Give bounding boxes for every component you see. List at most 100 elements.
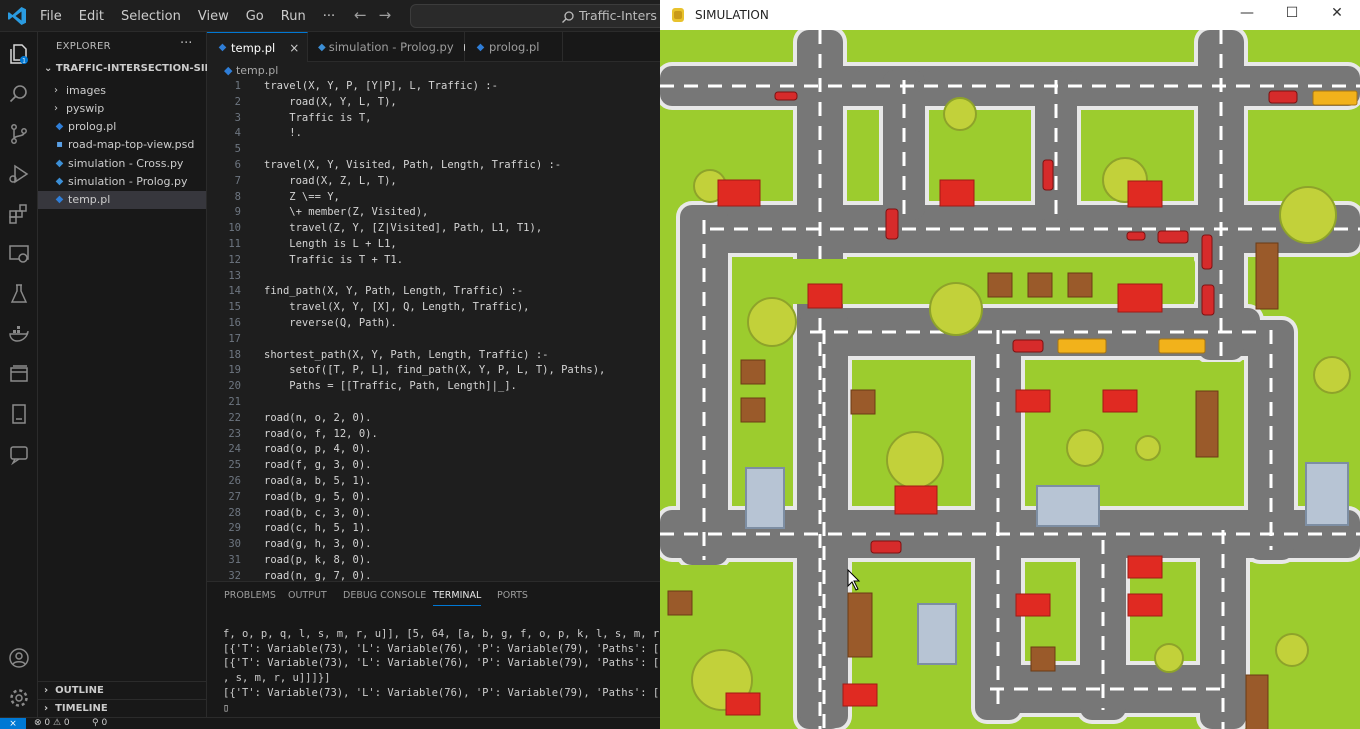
code-line[interactable]: 10 travel(Z, Y, [Z|Visited], Path, L1, T… bbox=[207, 222, 660, 238]
car[interactable] bbox=[885, 208, 899, 240]
code-line[interactable]: 32 road(n, g, 7, 0). bbox=[207, 570, 660, 581]
car[interactable] bbox=[1201, 284, 1215, 316]
panel-tab-problems[interactable]: PROBLEMS bbox=[224, 590, 276, 601]
car[interactable] bbox=[870, 540, 902, 554]
tree-file[interactable]: ◆ simulation - Cross.py bbox=[38, 154, 206, 172]
menu-item[interactable]: File bbox=[40, 9, 62, 24]
minimize-button[interactable]: — bbox=[1232, 5, 1262, 25]
code-line[interactable]: 14 find_path(X, Y, Path, Length, Traffic)… bbox=[207, 285, 660, 301]
code-line[interactable]: 27 road(b, g, 5, 0). bbox=[207, 491, 660, 507]
car[interactable] bbox=[1012, 339, 1044, 353]
outline-section[interactable]: › OUTLINE bbox=[38, 681, 207, 699]
bus[interactable] bbox=[1312, 90, 1358, 106]
car[interactable] bbox=[1126, 231, 1146, 241]
explorer-root-folder[interactable]: ⌄ TRAFFIC-INTERSECTION-SIMULA... bbox=[38, 63, 207, 81]
panel-tab-debug-console[interactable]: DEBUG CONSOLE bbox=[343, 590, 426, 601]
tree-file[interactable]: ◆ prolog.pl bbox=[38, 118, 206, 136]
panel-tab-ports[interactable]: PORTS bbox=[497, 590, 528, 601]
panel-tab-output[interactable]: OUTPUT bbox=[288, 590, 327, 601]
remote-indicator[interactable]: ⨯ bbox=[0, 718, 26, 729]
menu-item[interactable]: Selection bbox=[121, 9, 181, 24]
search-icon[interactable] bbox=[7, 82, 31, 106]
road-map-canvas[interactable] bbox=[660, 30, 1360, 729]
code-line[interactable]: 23 road(o, f, 12, 0). bbox=[207, 428, 660, 444]
code-line[interactable]: 7 road(X, Z, L, T), bbox=[207, 175, 660, 191]
panel-tab-terminal[interactable]: TERMINAL bbox=[433, 590, 482, 606]
code-line[interactable]: 21 bbox=[207, 396, 660, 412]
code-line[interactable]: 9 \+ member(Z, Visited), bbox=[207, 206, 660, 222]
menu-item[interactable]: Run bbox=[281, 9, 306, 24]
chat-icon[interactable] bbox=[7, 442, 31, 466]
code-line[interactable]: 5 bbox=[207, 143, 660, 159]
tree-file[interactable]: ◆ temp.pl bbox=[38, 190, 206, 209]
testing-flask-icon[interactable] bbox=[7, 282, 31, 306]
panels-icon[interactable] bbox=[7, 362, 31, 386]
tree-folder[interactable]: › images bbox=[38, 81, 206, 99]
timeline-section[interactable]: › TIMELINE bbox=[38, 699, 207, 717]
car[interactable] bbox=[1042, 159, 1054, 191]
tab-temp-pl[interactable]: ◆ temp.pl × bbox=[207, 32, 308, 62]
tree-folder[interactable]: › pyswip bbox=[38, 99, 206, 117]
car[interactable] bbox=[774, 91, 798, 101]
extensions-icon[interactable] bbox=[7, 202, 31, 226]
docker-icon[interactable] bbox=[7, 322, 31, 346]
problems-status[interactable]: ⊗ 0 ⚠ 0 bbox=[34, 718, 70, 729]
code-line[interactable]: 6 travel(X, Y, Visited, Path, Length, Tra… bbox=[207, 159, 660, 175]
code-line[interactable]: 30 road(g, h, 3, 0). bbox=[207, 538, 660, 554]
tree-file[interactable]: ◆ simulation - Prolog.py bbox=[38, 173, 206, 191]
close-button[interactable]: ✕ bbox=[1322, 5, 1352, 25]
code-line[interactable]: 25 road(f, g, 3, 0). bbox=[207, 459, 660, 475]
code-line[interactable]: 16 reverse(Q, Path). bbox=[207, 317, 660, 333]
tree-file[interactable]: ▪ road-map-top-view.psd bbox=[38, 136, 206, 154]
code-line[interactable]: 26 road(a, b, 5, 1). bbox=[207, 475, 660, 491]
maximize-button[interactable]: ☐ bbox=[1277, 5, 1307, 25]
tab-simulation-prolog[interactable]: ◆ simulation - Prolog.py bbox=[308, 32, 465, 62]
car[interactable] bbox=[1157, 230, 1189, 244]
settings-gear-icon[interactable] bbox=[7, 686, 31, 710]
car[interactable] bbox=[1201, 234, 1213, 270]
code-line[interactable]: 19 setof([T, P, L], find_path(X, Y, P, L… bbox=[207, 364, 660, 380]
forward-arrow-icon[interactable]: → bbox=[379, 6, 392, 24]
notebook-icon[interactable] bbox=[7, 402, 31, 426]
line-number: 18 bbox=[228, 348, 241, 361]
remote-explorer-icon[interactable] bbox=[7, 242, 31, 266]
code-line[interactable]: 8 Z \== Y, bbox=[207, 191, 660, 207]
code-line[interactable]: 22 road(n, o, 2, 0). bbox=[207, 412, 660, 428]
run-debug-icon[interactable] bbox=[7, 162, 31, 186]
code-line[interactable]: 3 Traffic is T, bbox=[207, 112, 660, 128]
code-line[interactable]: 28 road(b, c, 3, 0). bbox=[207, 507, 660, 523]
code-editor[interactable]: 1 travel(X, Y, P, [Y|P], L, Traffic) :- 2 … bbox=[207, 78, 660, 581]
code-line[interactable]: 17 bbox=[207, 333, 660, 349]
menu-item[interactable]: Go bbox=[246, 9, 264, 24]
source-control-icon[interactable] bbox=[7, 122, 31, 146]
office-building bbox=[745, 467, 785, 529]
breadcrumb[interactable]: ◆ temp.pl bbox=[224, 64, 278, 77]
account-icon[interactable] bbox=[7, 646, 31, 670]
ports-status[interactable]: ⚲ 0 bbox=[92, 718, 107, 729]
code-line[interactable]: 29 road(c, h, 5, 1). bbox=[207, 522, 660, 538]
bus[interactable] bbox=[1158, 338, 1206, 354]
tab-prolog-pl[interactable]: ◆ prolog.pl bbox=[465, 32, 563, 62]
close-tab-icon[interactable]: × bbox=[289, 41, 299, 55]
bus[interactable] bbox=[1057, 338, 1107, 354]
menu-item[interactable]: ··· bbox=[323, 9, 335, 24]
explorer-icon[interactable]: 1 bbox=[7, 42, 31, 66]
code-line[interactable]: 12 Traffic is T + T1. bbox=[207, 254, 660, 270]
code-line[interactable]: 4 !. bbox=[207, 127, 660, 143]
prolog-file-icon: ◆ bbox=[55, 194, 64, 206]
command-center[interactable]: Traffic-Inters bbox=[410, 4, 670, 28]
explorer-more-button[interactable]: ··· bbox=[180, 36, 192, 51]
code-line[interactable]: 20 Paths = [[Traffic, Path, Length]|_]. bbox=[207, 380, 660, 396]
menu-item[interactable]: Edit bbox=[79, 9, 104, 24]
code-line[interactable]: 13 bbox=[207, 270, 660, 286]
code-line[interactable]: 15 travel(X, Y, [X], Q, Length, Traffic)… bbox=[207, 301, 660, 317]
code-line[interactable]: 18 shortest_path(X, Y, Path, Length, Traf… bbox=[207, 349, 660, 365]
code-line[interactable]: 24 road(o, p, 4, 0). bbox=[207, 443, 660, 459]
back-arrow-icon[interactable]: ← bbox=[354, 6, 367, 24]
code-line[interactable]: 1 travel(X, Y, P, [Y|P], L, Traffic) :- bbox=[207, 80, 660, 96]
code-line[interactable]: 2 road(X, Y, L, T), bbox=[207, 96, 660, 112]
code-line[interactable]: 31 road(p, k, 8, 0). bbox=[207, 554, 660, 570]
car[interactable] bbox=[1268, 90, 1298, 104]
menu-item[interactable]: View bbox=[198, 9, 229, 24]
code-line[interactable]: 11 Length is L + L1, bbox=[207, 238, 660, 254]
